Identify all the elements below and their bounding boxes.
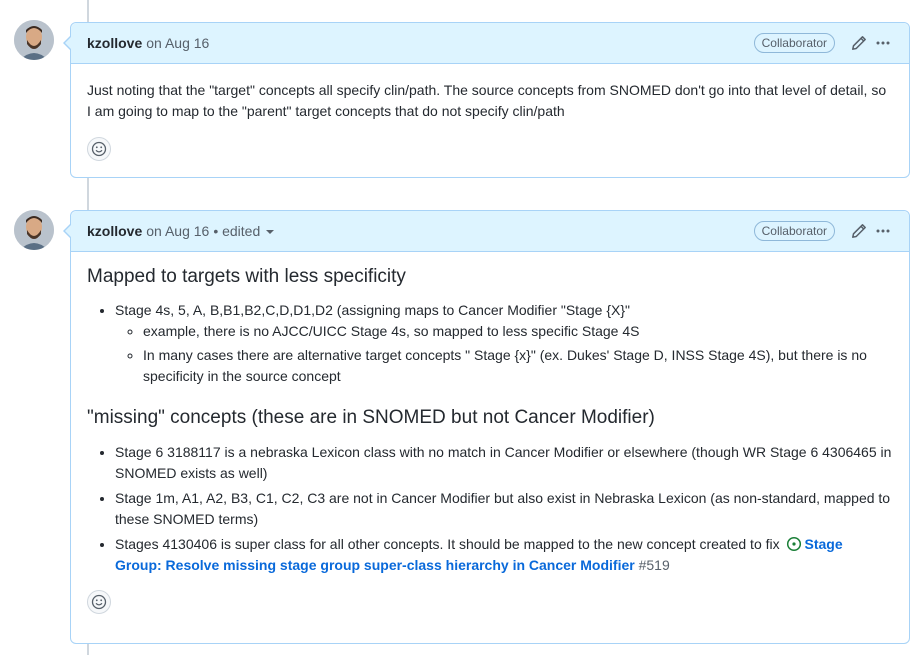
list-item: Stage 4s, 5, A, B,B1,B2,C,D,D1,D2 (assig… (115, 300, 893, 387)
kebab-icon[interactable] (873, 33, 893, 53)
comment-body: Mapped to targets with less specificity … (71, 252, 909, 624)
list-item-text: Stage 4s, 5, A, B,B1,B2,C,D,D1,D2 (assig… (115, 302, 630, 318)
list-item: Stage 1m, A1, A2, B3, C1, C2, C3 are not… (115, 488, 893, 530)
list-item: Stage 6 3188117 is a nebraska Lexicon cl… (115, 442, 893, 484)
smiley-icon (91, 594, 107, 610)
edited-dropdown[interactable]: • edited (213, 223, 275, 239)
pencil-icon[interactable] (849, 221, 869, 241)
list-item: Stages 4130406 is super class for all ot… (115, 534, 893, 576)
comment-header: kzollove on Aug 16 Collaborator (71, 23, 909, 64)
sub-list-item: example, there is no AJCC/UICC Stage 4s,… (143, 321, 893, 342)
comment-text: Just noting that the "target" concepts a… (87, 82, 887, 119)
collaborator-badge: Collaborator (753, 221, 835, 241)
add-reaction-button[interactable] (87, 590, 111, 614)
avatar[interactable] (14, 20, 54, 60)
bullet-list: Stage 4s, 5, A, B,B1,B2,C,D,D1,D2 (assig… (87, 300, 893, 387)
avatar[interactable] (14, 210, 54, 250)
add-reaction-button[interactable] (87, 137, 111, 161)
section-heading: "missing" concepts (these are in SNOMED … (87, 407, 655, 428)
comment-date[interactable]: on Aug 16 (146, 35, 209, 51)
edited-label: • edited (213, 223, 261, 239)
smiley-icon (91, 141, 107, 157)
sub-list-item: In many cases there are alternative targ… (143, 345, 893, 387)
list-item-text: Stages 4130406 is super class for all ot… (115, 536, 780, 552)
comment-date[interactable]: on Aug 16 (146, 223, 209, 239)
collaborator-badge: Collaborator (753, 33, 835, 53)
author-name[interactable]: kzollove (87, 223, 142, 239)
bullet-list: Stage 6 3188117 is a nebraska Lexicon cl… (87, 442, 893, 576)
sub-list: example, there is no AJCC/UICC Stage 4s,… (115, 321, 893, 387)
comment: kzollove on Aug 16 • edited Collaborator… (63, 210, 910, 644)
comment-header: kzollove on Aug 16 • edited Collaborator (71, 211, 909, 252)
kebab-icon[interactable] (873, 221, 893, 241)
issue-number[interactable]: #519 (639, 557, 670, 573)
issue-open-icon (786, 536, 801, 552)
comment: kzollove on Aug 16 Collaborator Just not… (63, 22, 910, 178)
comment-body: Just noting that the "target" concepts a… (71, 64, 909, 171)
chevron-down-icon (266, 230, 275, 234)
section-heading: Mapped to targets with less specificity (87, 266, 406, 287)
pencil-icon[interactable] (849, 33, 869, 53)
author-name[interactable]: kzollove (87, 35, 142, 51)
